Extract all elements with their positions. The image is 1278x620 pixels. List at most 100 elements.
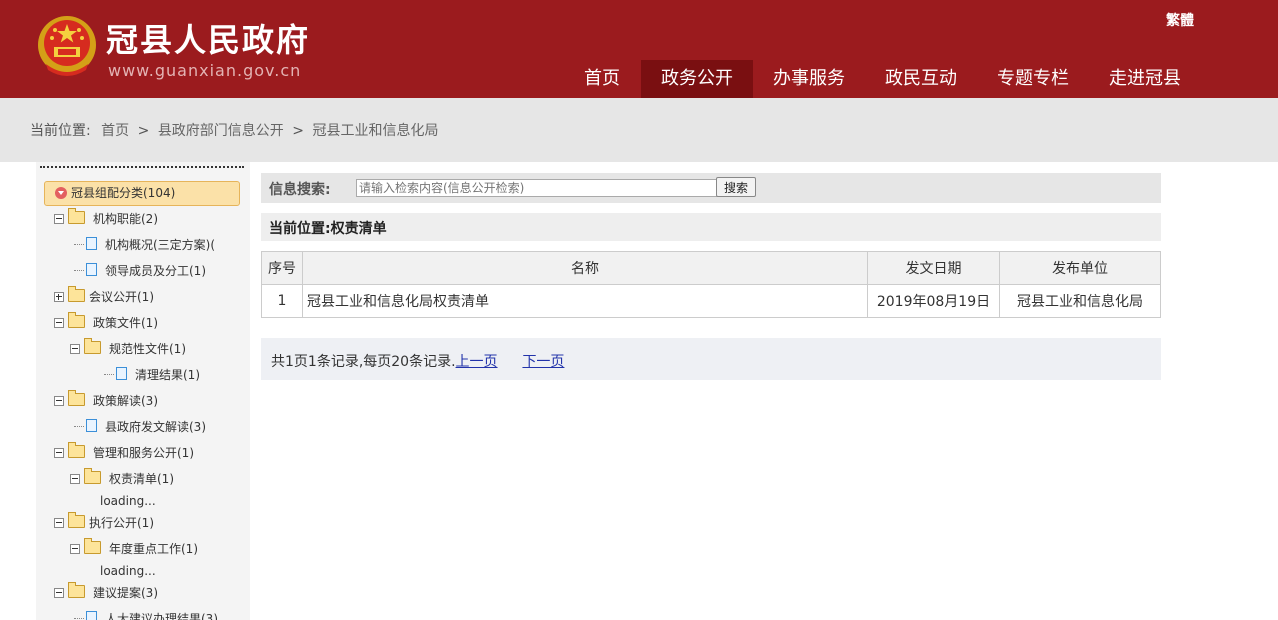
row-name-link[interactable]: 冠县工业和信息化局权责清单 xyxy=(302,284,868,318)
tree-item[interactable]: 建议提案(3) xyxy=(54,582,158,603)
tree-item-label: 机构职能(2) xyxy=(93,212,158,226)
tree-item-label: 规范性文件(1) xyxy=(109,342,186,356)
tree-item[interactable]: 权责清单(1) xyxy=(70,468,174,489)
document-icon xyxy=(116,367,127,380)
row-index: 1 xyxy=(261,284,303,318)
section-header: 当前位置:权责清单 xyxy=(261,213,1161,241)
breadcrumb-label: 当前位置: xyxy=(30,123,91,139)
site-url: www.guanxian.gov.cn xyxy=(108,61,302,80)
toggle-minus-icon[interactable] xyxy=(54,518,64,528)
pagination-info: 共1页1条记录,每页20条记录.上一页 下一页 xyxy=(271,351,564,371)
folder-icon xyxy=(84,338,101,354)
nav-about-county[interactable]: 走进冠县 xyxy=(1089,60,1201,98)
tree-item[interactable]: 机构职能(2) xyxy=(54,208,158,229)
search-label: 信息搜索: xyxy=(269,182,331,198)
toggle-plus-icon[interactable] xyxy=(54,292,64,302)
breadcrumb-bureau[interactable]: 冠县工业和信息化局 xyxy=(312,123,438,139)
tree-connector xyxy=(74,270,84,271)
divider xyxy=(40,166,244,168)
toggle-minus-icon[interactable] xyxy=(54,448,64,458)
document-icon xyxy=(86,237,97,250)
document-icon xyxy=(86,263,97,276)
search-bar: 信息搜索: 搜索 xyxy=(261,173,1161,203)
traditional-chinese-link[interactable]: 繁體 xyxy=(1166,10,1194,30)
folder-icon xyxy=(68,512,85,528)
column-header-date: 发文日期 xyxy=(867,251,1000,285)
document-icon xyxy=(86,419,97,432)
breadcrumb-home[interactable]: 首页 xyxy=(101,123,129,139)
tree-root[interactable]: 冠县组配分类(104) xyxy=(44,181,240,206)
prev-page-link[interactable]: 上一页 xyxy=(456,354,498,370)
search-input[interactable] xyxy=(356,179,720,197)
site-title: 冠县人民政府 xyxy=(106,21,311,59)
breadcrumb-band: 当前位置: 首页 > 县政府部门信息公开 > 冠县工业和信息化局 xyxy=(0,98,1278,162)
tree-item[interactable]: 管理和服务公开(1) xyxy=(54,442,194,463)
tree-item-label: 政策文件(1) xyxy=(93,316,158,330)
folder-icon xyxy=(84,538,101,554)
folder-icon xyxy=(68,286,85,302)
toggle-minus-icon[interactable] xyxy=(54,318,64,328)
column-header-index: 序号 xyxy=(261,251,303,285)
folder-icon xyxy=(68,390,85,406)
national-emblem-icon xyxy=(38,16,96,76)
pagination-summary: 共1页1条记录,每页20条记录. xyxy=(271,354,456,370)
tree-root-label: 冠县组配分类(104) xyxy=(71,186,176,200)
tree-item-label: 机构概况(三定方案)( xyxy=(105,238,216,252)
tree-item[interactable]: 人大建议办理结果(3) xyxy=(74,609,218,620)
folder-icon xyxy=(84,468,101,484)
toggle-minus-icon[interactable] xyxy=(54,396,64,406)
tree-item-label: 年度重点工作(1) xyxy=(109,542,198,556)
breadcrumb-dept-disclosure[interactable]: 县政府部门信息公开 xyxy=(158,123,284,139)
column-header-name: 名称 xyxy=(302,251,868,285)
category-tree: 冠县组配分类(104) 机构职能(2) 机构概况(三定方案)( 领导成员及分工(… xyxy=(36,162,250,620)
tree-item-label: 管理和服务公开(1) xyxy=(93,446,194,460)
tree-connector xyxy=(74,426,84,427)
loading-text: loading... xyxy=(100,564,156,578)
nav-interaction[interactable]: 政民互动 xyxy=(865,60,977,98)
toggle-minus-icon[interactable] xyxy=(70,544,80,554)
collapse-icon[interactable] xyxy=(55,187,67,199)
toggle-minus-icon[interactable] xyxy=(70,344,80,354)
tree-item[interactable]: 政策文件(1) xyxy=(54,312,158,333)
tree-item-label: 政策解读(3) xyxy=(93,394,158,408)
next-page-link[interactable]: 下一页 xyxy=(522,354,564,370)
row-date: 2019年08月19日 xyxy=(867,284,1000,318)
nav-home[interactable]: 首页 xyxy=(570,60,634,98)
tree-item[interactable]: 执行公开(1) xyxy=(54,512,154,533)
toggle-minus-icon[interactable] xyxy=(54,214,64,224)
table-row[interactable]: 1 冠县工业和信息化局权责清单 2019年08月19日 冠县工业和信息化局 xyxy=(261,284,1161,318)
nav-government-affairs[interactable]: 政务公开 xyxy=(641,60,753,98)
results-table: 序号 名称 发文日期 发布单位 1 冠县工业和信息化局权责清单 2019年08月… xyxy=(261,251,1161,318)
toggle-minus-icon[interactable] xyxy=(70,474,80,484)
folder-icon xyxy=(68,208,85,224)
toggle-minus-icon[interactable] xyxy=(54,588,64,598)
tree-item[interactable]: 清理结果(1) xyxy=(104,365,200,385)
section-title: 当前位置:权责清单 xyxy=(269,221,387,237)
tree-connector xyxy=(104,374,114,375)
tree-item-label: 执行公开(1) xyxy=(89,516,154,530)
nav-services[interactable]: 办事服务 xyxy=(753,60,865,98)
breadcrumb-separator: > xyxy=(292,123,304,139)
tree-item[interactable]: 县政府发文解读(3) xyxy=(74,417,206,437)
nav-special-topics[interactable]: 专题专栏 xyxy=(977,60,1089,98)
tree-item-label: 领导成员及分工(1) xyxy=(105,264,206,278)
tree-item[interactable]: 规范性文件(1) xyxy=(70,338,186,359)
tree-item-label: 建议提案(3) xyxy=(93,586,158,600)
tree-item[interactable]: 机构概况(三定方案)( xyxy=(74,235,215,255)
folder-icon xyxy=(68,582,85,598)
tree-item[interactable]: 政策解读(3) xyxy=(54,390,158,411)
tree-item[interactable]: 年度重点工作(1) xyxy=(70,538,198,559)
tree-item[interactable]: 会议公开(1) xyxy=(54,286,154,307)
tree-item[interactable]: 领导成员及分工(1) xyxy=(74,261,206,281)
tree-item-label: 会议公开(1) xyxy=(89,290,154,304)
search-button[interactable]: 搜索 xyxy=(716,177,756,197)
pagination: 共1页1条记录,每页20条记录.上一页 下一页 xyxy=(261,338,1161,380)
row-unit: 冠县工业和信息化局 xyxy=(999,284,1161,318)
tree-item-label: 权责清单(1) xyxy=(109,472,174,486)
folder-icon xyxy=(68,312,85,328)
breadcrumb-separator: > xyxy=(137,123,150,139)
tree-connector xyxy=(74,618,84,619)
tree-item-label: 清理结果(1) xyxy=(135,368,200,382)
table-header-row: 序号 名称 发文日期 发布单位 xyxy=(261,251,1161,285)
document-icon xyxy=(86,611,97,620)
